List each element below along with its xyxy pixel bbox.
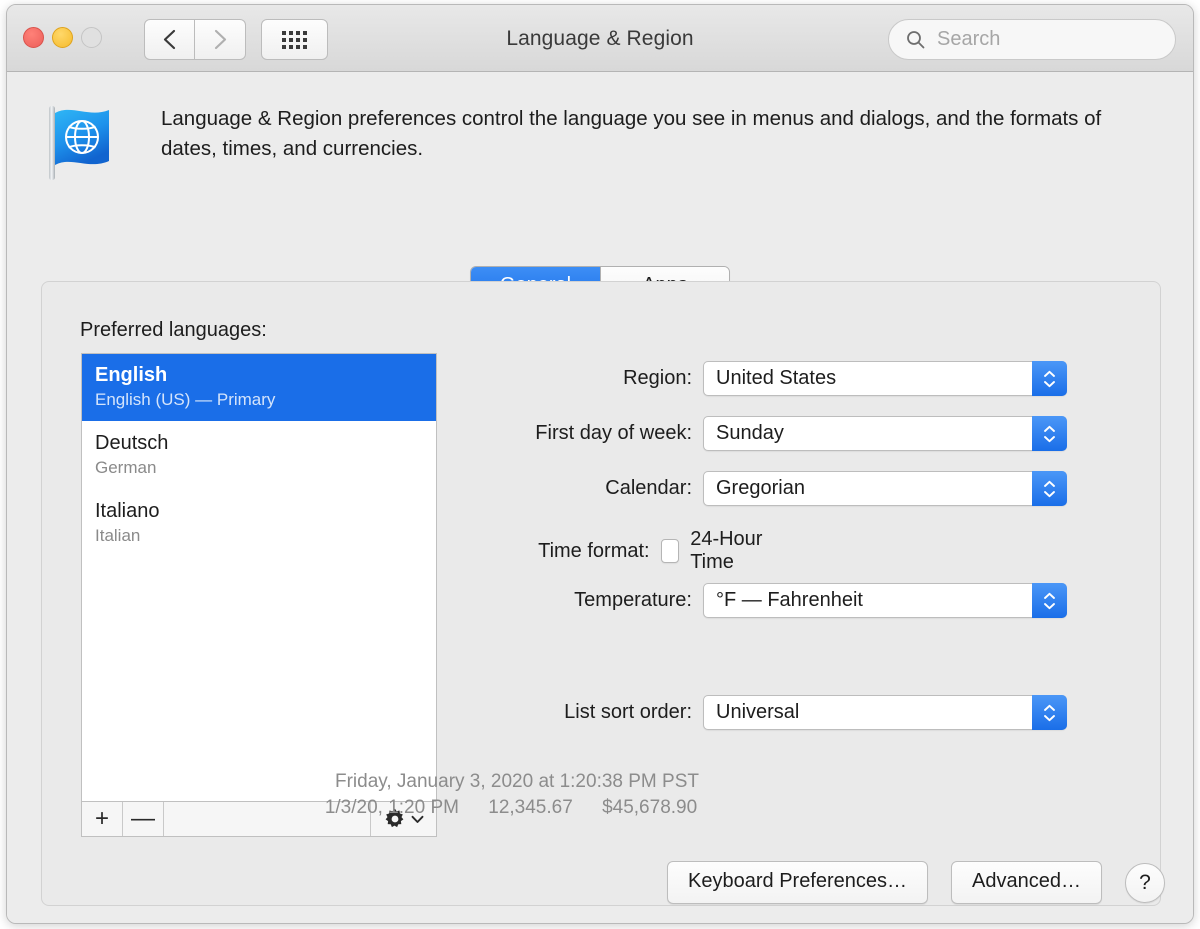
- first-day-label: First day of week:: [535, 422, 692, 444]
- general-settings-panel: Preferred languages: English English (US…: [41, 281, 1161, 906]
- description-text: Language & Region preferences control th…: [161, 107, 1102, 160]
- globe-flag-icon: [49, 106, 109, 180]
- chevron-down-icon: [1044, 435, 1055, 442]
- window-content: Language & Region preferences control th…: [7, 72, 1193, 923]
- calendar-label: Calendar:: [605, 477, 692, 499]
- chevron-up-icon: [1044, 704, 1055, 711]
- region-row: Region: United States: [503, 361, 1067, 396]
- sort-order-select[interactable]: Universal: [703, 695, 1067, 730]
- language-subtitle: German: [95, 458, 157, 477]
- sort-order-label: List sort order:: [564, 701, 692, 723]
- keyboard-preferences-button[interactable]: Keyboard Preferences…: [667, 861, 929, 904]
- calendar-stepper[interactable]: [1032, 471, 1067, 506]
- region-stepper[interactable]: [1032, 361, 1067, 396]
- search-field[interactable]: [888, 19, 1176, 60]
- temperature-row: Temperature: °F — Fahrenheit: [503, 583, 1067, 618]
- preferred-languages-list[interactable]: English English (US) — Primary Deutsch G…: [81, 353, 437, 802]
- chevron-up-icon: [1044, 425, 1055, 432]
- search-input[interactable]: [935, 27, 1139, 52]
- remove-language-button[interactable]: —: [123, 802, 164, 836]
- preferred-languages-label: Preferred languages:: [80, 319, 267, 341]
- first-day-select[interactable]: Sunday: [703, 416, 1067, 451]
- add-language-button[interactable]: +: [82, 802, 123, 836]
- advanced-button[interactable]: Advanced…: [951, 861, 1102, 904]
- preferences-window: Language & Region Search Language & Regi…: [6, 4, 1194, 924]
- list-item[interactable]: English English (US) — Primary: [82, 354, 436, 422]
- calendar-value: Gregorian: [716, 477, 805, 499]
- search-icon: [906, 30, 925, 49]
- 24-hour-time-label: 24-Hour Time: [690, 528, 763, 573]
- time-format-row: Time format: 24-Hour Time: [503, 528, 782, 574]
- temperature-stepper[interactable]: [1032, 583, 1067, 618]
- language-name: Deutsch: [95, 432, 169, 454]
- list-item[interactable]: Deutsch German: [82, 422, 436, 490]
- chevron-up-icon: [1044, 370, 1055, 377]
- time-format-label: Time format:: [538, 539, 650, 562]
- language-name: Italiano: [95, 500, 160, 522]
- preview-long-date: Friday, January 3, 2020 at 1:20:38 PM PS…: [334, 771, 699, 792]
- chevron-down-icon: [1044, 714, 1055, 721]
- chevron-up-icon: [1044, 480, 1055, 487]
- help-button[interactable]: ?: [1125, 862, 1165, 903]
- temperature-value: °F — Fahrenheit: [716, 589, 863, 611]
- 24-hour-time-checkbox[interactable]: [660, 539, 680, 563]
- language-subtitle: English (US) — Primary: [95, 390, 276, 409]
- chevron-down-icon: [1044, 602, 1055, 609]
- chevron-down-icon: [1044, 490, 1055, 497]
- footer-button-bar: Keyboard Preferences… Advanced… ?: [667, 861, 1165, 904]
- calendar-row: Calendar: Gregorian: [503, 471, 1067, 506]
- temperature-label: Temperature:: [574, 589, 692, 611]
- preview-number: 12,345.67: [488, 797, 573, 818]
- calendar-select[interactable]: Gregorian: [703, 471, 1067, 506]
- region-label: Region:: [623, 367, 692, 389]
- temperature-select[interactable]: °F — Fahrenheit: [703, 583, 1067, 618]
- chevron-down-icon: [1044, 380, 1055, 387]
- list-item[interactable]: Italiano Italian: [82, 490, 436, 558]
- chevron-up-icon: [1044, 592, 1055, 599]
- description-banner: Language & Region preferences control th…: [41, 104, 1161, 182]
- sort-order-stepper[interactable]: [1032, 695, 1067, 730]
- sort-order-value: Universal: [716, 701, 800, 723]
- region-value: United States: [716, 367, 837, 389]
- format-preview: Friday, January 3, 2020 at 1:20:38 PM PS…: [217, 769, 817, 821]
- first-day-value: Sunday: [716, 422, 784, 444]
- preview-currency: $45,678.90: [602, 797, 698, 818]
- first-day-row: First day of week: Sunday: [503, 416, 1067, 451]
- window-titlebar: Language & Region: [7, 5, 1193, 72]
- region-select[interactable]: United States: [703, 361, 1067, 396]
- first-day-stepper[interactable]: [1032, 416, 1067, 451]
- language-name: English: [95, 364, 168, 386]
- language-subtitle: Italian: [95, 526, 141, 545]
- preview-short-date: 1/3/20, 1:20 PM: [324, 797, 459, 818]
- time-format-checkbox-group[interactable]: 24-Hour Time: [660, 528, 782, 574]
- sort-order-row: List sort order: Universal: [503, 695, 1067, 730]
